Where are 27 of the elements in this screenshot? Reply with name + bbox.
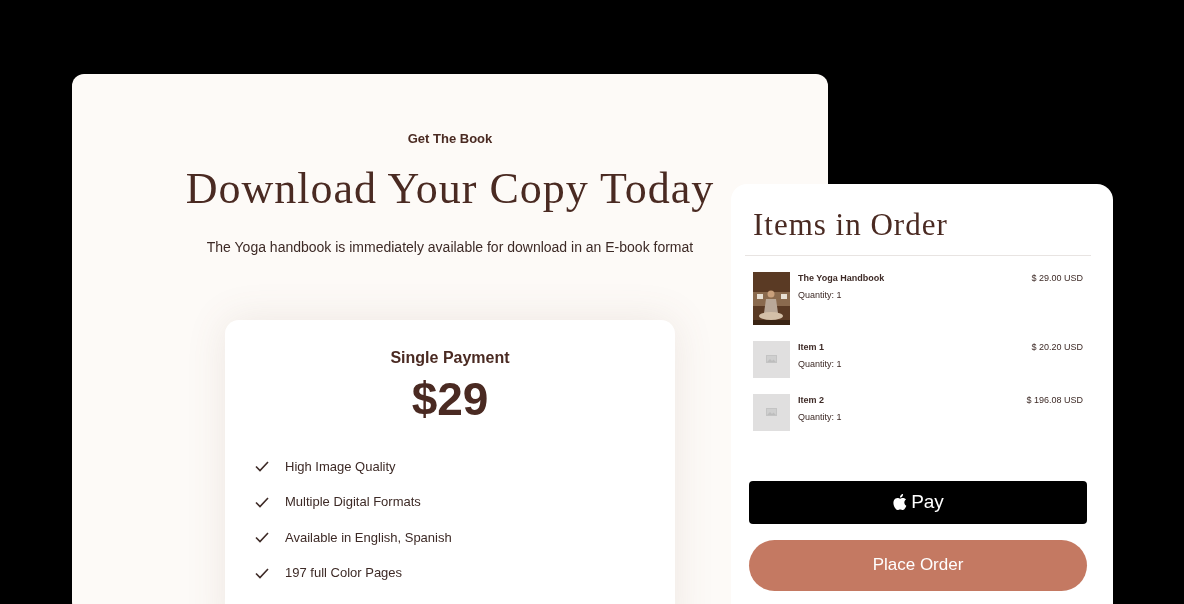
eyebrow-text: Get The Book — [406, 130, 494, 148]
price-text: $29 — [410, 374, 490, 425]
apple-pay-button[interactable]: Pay — [749, 480, 1087, 524]
item-quantity: Quantity: 1 — [798, 289, 843, 302]
item-name: The Yoga Handbook — [798, 271, 886, 285]
item-name: Item 1 — [798, 340, 825, 354]
check-icon — [255, 567, 269, 579]
check-icon — [255, 461, 269, 473]
item-price: $ 29.00 USD — [1031, 271, 1083, 285]
item-quantity: Quantity: 1 — [798, 411, 843, 424]
feature-text: 197 full Color Pages — [285, 564, 403, 583]
check-icon — [255, 496, 269, 508]
image-icon — [766, 408, 777, 416]
item-price: $ 196.08 USD — [1026, 393, 1083, 407]
apple-icon — [892, 493, 908, 511]
image-icon — [766, 355, 777, 363]
feature-text: Multiple Digital Formats — [285, 493, 421, 512]
order-heading: Items in Order — [745, 198, 1091, 256]
subtitle-text: The Yoga handbook is immediately available for download in an E-book format — [205, 238, 695, 258]
feature-text: High Image Quality — [285, 457, 396, 476]
item-price: $ 20.20 USD — [1031, 340, 1083, 354]
check-icon — [255, 532, 269, 544]
page-heading: Download Your Copy Today — [184, 162, 716, 215]
plan-title: Single Payment — [389, 348, 511, 369]
item-name: Item 2 — [798, 393, 825, 407]
item-quantity: Quantity: 1 — [798, 358, 843, 371]
feature-text: Available in English, Spanish — [285, 528, 452, 547]
